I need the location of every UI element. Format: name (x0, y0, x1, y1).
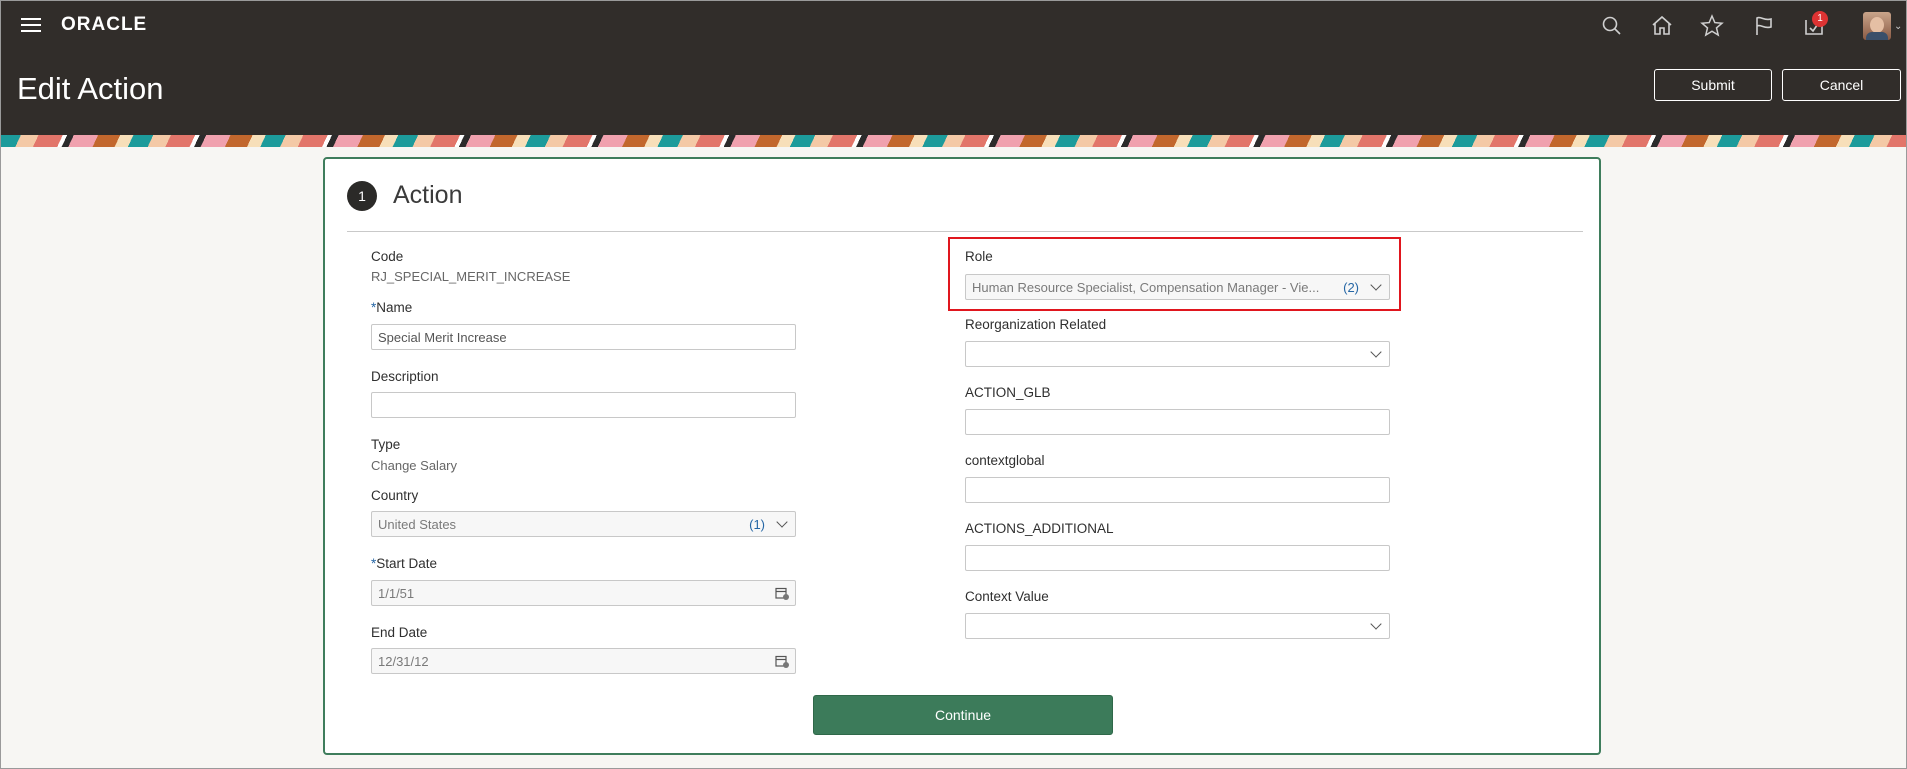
action-glb-label: ACTION_GLB (965, 385, 1051, 400)
end-date-input[interactable]: 12/31/12 (371, 648, 796, 674)
start-date-value: 1/1/51 (378, 586, 415, 601)
menu-icon[interactable] (21, 18, 41, 34)
divider (347, 231, 1583, 232)
name-label: *Name (371, 300, 412, 315)
reorganization-related-label: Reorganization Related (965, 317, 1107, 332)
chevron-down-icon[interactable]: ⌄ (1894, 21, 1902, 32)
start-date-label: *Start Date (371, 556, 437, 571)
context-value-label: Context Value (965, 589, 1049, 604)
search-icon[interactable] (1599, 13, 1625, 39)
type-value: Change Salary (371, 458, 457, 473)
chevron-down-icon[interactable] (776, 516, 788, 528)
oracle-logo[interactable]: ORACLE (61, 14, 147, 36)
code-value: RJ_SPECIAL_MERIT_INCREASE (371, 269, 571, 284)
description-label: Description (371, 369, 439, 384)
user-avatar[interactable] (1863, 12, 1891, 40)
start-date-input[interactable]: 1/1/51 (371, 580, 796, 606)
submit-button[interactable]: Submit (1654, 69, 1772, 101)
contextglobal-input[interactable] (965, 477, 1390, 503)
actions-additional-input[interactable] (965, 545, 1390, 571)
app-window: ORACLE 1 ⌄ Edit Action Submit Cancel 1 A… (0, 0, 1907, 769)
name-label-text: Name (376, 300, 413, 315)
context-value-select[interactable] (965, 613, 1390, 639)
page-title: Edit Action (17, 71, 164, 106)
country-label: Country (371, 488, 419, 503)
decorative-banner (1, 135, 1906, 147)
code-label: Code (371, 249, 404, 264)
flag-icon[interactable] (1751, 13, 1777, 39)
end-date-label: End Date (371, 625, 428, 640)
app-header: ORACLE 1 ⌄ Edit Action Submit Cancel (1, 1, 1906, 135)
action-glb-input[interactable] (965, 409, 1390, 435)
description-input[interactable] (371, 392, 796, 418)
actions-additional-label: ACTIONS_ADDITIONAL (965, 521, 1114, 536)
country-value: United States (378, 517, 457, 532)
role-highlight-box (948, 237, 1401, 311)
continue-button[interactable]: Continue (813, 695, 1113, 735)
contextglobal-label: contextglobal (965, 453, 1045, 468)
section-title: Action (393, 181, 463, 209)
star-icon[interactable] (1699, 13, 1725, 39)
home-icon[interactable] (1649, 13, 1675, 39)
step-number: 1 (347, 181, 377, 211)
chevron-down-icon[interactable] (1370, 618, 1382, 630)
type-label: Type (371, 437, 401, 452)
cancel-button[interactable]: Cancel (1782, 69, 1901, 101)
country-count[interactable]: (1) (749, 517, 765, 532)
reorganization-related-select[interactable] (965, 341, 1390, 367)
calendar-icon[interactable] (775, 586, 789, 600)
calendar-icon[interactable] (775, 654, 789, 668)
end-date-value: 12/31/12 (378, 654, 429, 669)
chevron-down-icon[interactable] (1370, 346, 1382, 358)
country-select[interactable]: United States (1) (371, 511, 796, 537)
notification-badge: 1 (1812, 11, 1828, 27)
start-date-label-text: Start Date (376, 556, 438, 571)
name-input[interactable]: Special Merit Increase (371, 324, 796, 350)
